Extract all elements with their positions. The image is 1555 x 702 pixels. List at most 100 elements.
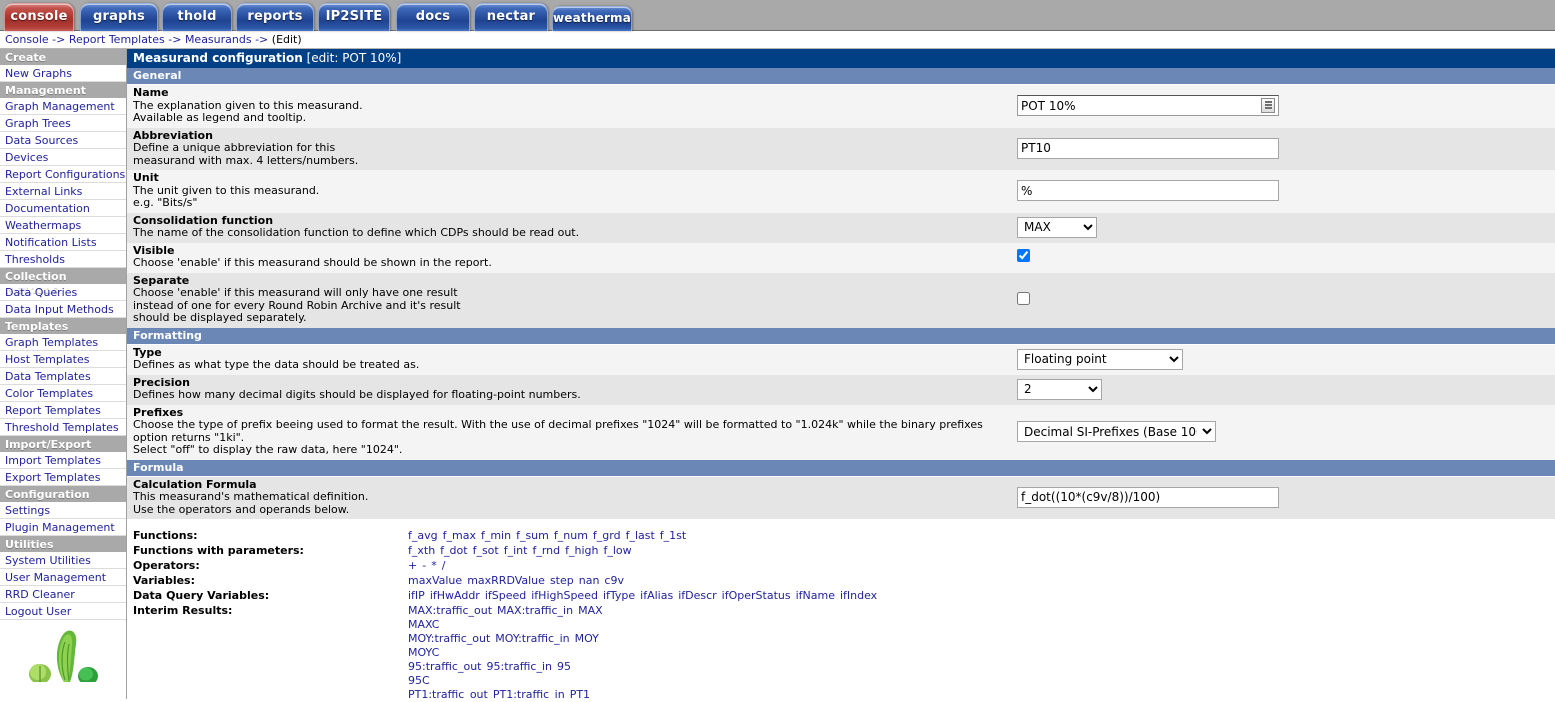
sidebar-item-report-templates[interactable]: Report Templates [0,402,126,419]
prefixes-select[interactable]: offDecimal SI-Prefixes (Base 1000)Binary… [1017,421,1216,442]
sidebar-item-rrd-cleaner[interactable]: RRD Cleaner [0,586,126,603]
sidebar-item-graph-templates[interactable]: Graph Templates [0,334,126,351]
reference-token[interactable]: MOY:traffic_out [408,632,490,645]
reference-token[interactable]: ifName [796,589,835,602]
reference-token[interactable]: f_min [481,529,511,542]
reference-token[interactable]: f_dot [440,544,467,557]
breadcrumb-link-console[interactable]: Console [5,33,49,46]
reference-token[interactable]: ifHwAddr [430,589,480,602]
reference-token[interactable]: MOY [575,632,599,645]
reference-token[interactable]: f_max [443,529,476,542]
reference-token[interactable]: ifSpeed [485,589,526,602]
reference-token[interactable]: 95:traffic_in [486,660,552,673]
separate-checkbox[interactable] [1017,291,1030,305]
reference-token[interactable]: f_num [554,529,588,542]
reference-token[interactable]: ifOperStatus [722,589,791,602]
sidebar-item-data-input-methods[interactable]: Data Input Methods [0,301,126,318]
reference-token[interactable]: MAX:traffic_out [408,604,492,617]
reference-token[interactable]: ifAlias [640,589,673,602]
reference-token[interactable]: PT1:traffic_in [493,688,565,699]
consolidation-function-select[interactable]: AVERAGEMINMAXLAST [1017,216,1097,238]
reference-token[interactable]: MAXC [408,618,439,631]
sidebar-item-system-utilities[interactable]: System Utilities [0,552,126,569]
sidebar-item-devices[interactable]: Devices [0,149,126,166]
reference-token[interactable]: f_last [626,529,655,542]
tab-nectar[interactable]: nectar [474,3,548,31]
reference-token[interactable]: 95 [557,660,571,673]
reference-token[interactable]: f_int [504,544,528,557]
sidebar-item-color-templates[interactable]: Color Templates [0,385,126,402]
calculation-formula-input[interactable] [1017,486,1279,508]
sidebar-item-user-management[interactable]: User Management [0,569,126,586]
reference-token[interactable]: ifType [603,589,635,602]
reference-token[interactable]: MAX:traffic_in [497,604,573,617]
reference-token[interactable]: f_xth [408,544,435,557]
reference-token[interactable]: maxValue [408,574,462,587]
reference-token[interactable]: PT1 [570,688,590,699]
reference-token[interactable]: ifDescr [678,589,716,602]
reference-token[interactable]: ifHighSpeed [531,589,598,602]
reference-token[interactable]: f_sum [516,529,549,542]
tab-console[interactable]: console [4,3,74,31]
reference-token[interactable]: f_grd [593,529,621,542]
reference-token[interactable]: ifIndex [840,589,877,602]
reference-token[interactable]: nan [579,574,600,587]
sidebar-item-threshold-templates[interactable]: Threshold Templates [0,419,126,436]
reference-token[interactable]: 95:traffic_out [408,660,481,673]
breadcrumb-link-report-templates[interactable]: Report Templates [69,33,165,46]
sidebar-item-notification-lists[interactable]: Notification Lists [0,234,126,251]
sidebar-item-export-templates[interactable]: Export Templates [0,469,126,486]
reference-token[interactable]: f_sot [473,544,499,557]
field-name-hint2: Available as legend and tooltip. [133,111,307,124]
reference-token[interactable]: f_1st [660,529,686,542]
reference-token[interactable]: PT1:traffic_out [408,688,488,699]
tab-graphs[interactable]: graphs [80,3,158,31]
field-picker-icon[interactable] [1261,98,1275,114]
tab-thold[interactable]: thold [162,3,232,31]
reference-token[interactable]: f_avg [408,529,438,542]
unit-input[interactable] [1017,180,1279,202]
sidebar-item-settings[interactable]: Settings [0,502,126,519]
sidebar-item-graph-trees[interactable]: Graph Trees [0,115,126,132]
breadcrumb-link-measurands[interactable]: Measurands [185,33,252,46]
reference-token[interactable]: ifIP [408,589,425,602]
reference-token[interactable]: * [431,559,437,572]
sidebar-item-graph-management[interactable]: Graph Management [0,98,126,115]
tab-reports[interactable]: reports [236,3,314,31]
reference-token[interactable]: MOY:traffic_in [495,632,569,645]
sidebar-item-thresholds[interactable]: Thresholds [0,251,126,268]
reference-token[interactable]: f_high [565,544,598,557]
abbreviation-input[interactable] [1017,137,1279,159]
reference-token[interactable]: + [408,559,417,572]
tab-docs[interactable]: docs [396,3,470,31]
sidebar-item-external-links[interactable]: External Links [0,183,126,200]
sidebar-item-weathermaps[interactable]: Weathermaps [0,217,126,234]
sidebar-item-documentation[interactable]: Documentation [0,200,126,217]
type-select[interactable]: Floating pointIntegerTextTimestamp [1017,348,1183,370]
reference-token[interactable]: c9v [604,574,624,587]
reference-token[interactable]: / [442,559,446,572]
tab-ip2site[interactable]: IP2SITE [318,3,390,31]
visible-checkbox[interactable] [1017,249,1030,262]
reference-token[interactable]: f_rnd [532,544,560,557]
precision-select[interactable]: 012345 [1017,378,1102,400]
reference-token[interactable]: MAX [578,604,603,617]
reference-token[interactable]: - [422,559,426,572]
sidebar-item-data-queries[interactable]: Data Queries [0,284,126,301]
sidebar-item-data-templates[interactable]: Data Templates [0,368,126,385]
sidebar-item-data-sources[interactable]: Data Sources [0,132,126,149]
field-unit-hint1: The unit given to this measurand. [133,183,320,197]
sidebar-item-report-configurations[interactable]: Report Configurations [0,166,126,183]
reference-token[interactable]: 95C [408,674,430,687]
reference-token[interactable]: MOYC [408,646,439,659]
reference-token[interactable]: maxRRDValue [467,574,545,587]
reference-token[interactable]: f_low [603,544,631,557]
sidebar-item-new-graphs[interactable]: New Graphs [0,65,126,82]
sidebar-item-import-templates[interactable]: Import Templates [0,452,126,469]
name-input[interactable] [1017,95,1279,117]
tab-weathermap[interactable]: weathermap [552,6,632,31]
sidebar-item-logout-user[interactable]: Logout User [0,603,126,620]
reference-token[interactable]: step [550,574,574,587]
sidebar-item-host-templates[interactable]: Host Templates [0,351,126,368]
sidebar-item-plugin-management[interactable]: Plugin Management [0,519,126,536]
